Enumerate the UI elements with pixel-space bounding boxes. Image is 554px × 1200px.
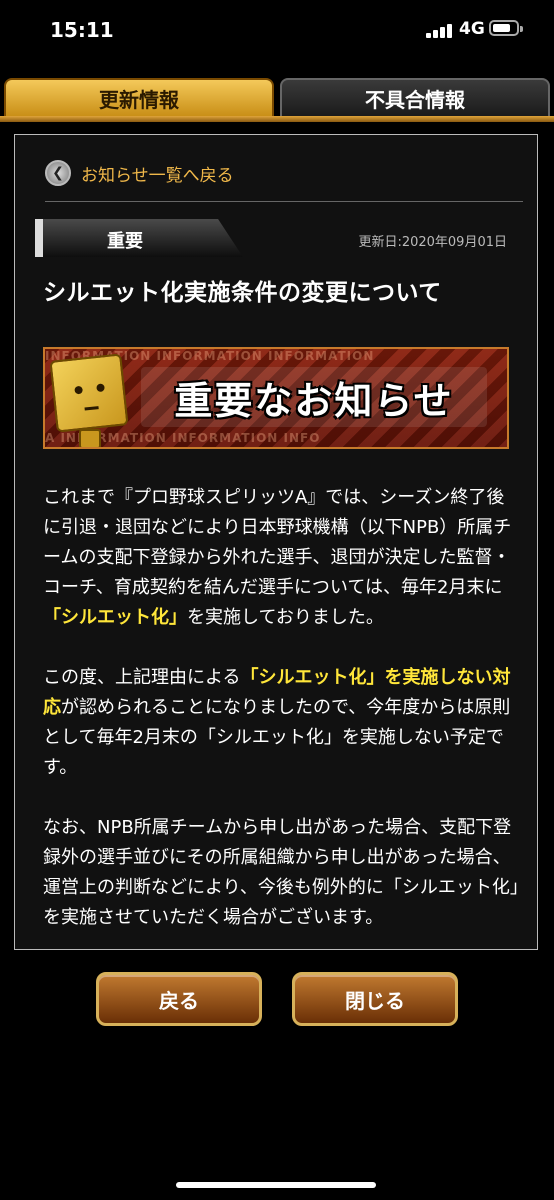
close-button[interactable]: 閉じる — [292, 972, 458, 1026]
tab-update-info[interactable]: 更新情報 — [4, 78, 274, 118]
paragraph-2: この度、上記理由による「シルエット化」を実施しない対応が認められることになりまし… — [43, 667, 511, 778]
updated-date: 更新日:2020年09月01日 — [358, 235, 507, 250]
mascot-body — [79, 429, 101, 447]
banner-headline: 重要なお知らせ — [141, 367, 487, 427]
important-notice-banner: INFORMATION INFORMATION INFORMATION A IN… — [43, 347, 509, 449]
status-time: 15:11 — [50, 18, 114, 42]
back-to-list-label: お知らせ一覧へ戻る — [81, 165, 234, 186]
article-title: シルエット化実施条件の変更について — [43, 280, 442, 306]
signal-icon — [426, 22, 454, 38]
article-body: これまで『プロ野球スピリッツA』では、シーズン終了後に引退・退団などにより日本野… — [43, 483, 521, 949]
chevron-left-icon: ❮ — [45, 160, 71, 186]
back-button[interactable]: 戻る — [96, 972, 262, 1026]
network-type: 4G — [459, 19, 485, 39]
banner-strip-bottom: A INFORMATION INFORMATION INFO — [45, 431, 321, 445]
badge-label: 重要 — [107, 231, 143, 252]
importance-badge: 重要 — [35, 219, 243, 257]
home-indicator[interactable] — [176, 1182, 376, 1188]
back-to-list-link[interactable]: ❮ お知らせ一覧へ戻る — [45, 160, 234, 186]
mascot-icon — [49, 353, 129, 433]
battery-icon — [489, 20, 523, 36]
status-bar: 15:11 4G — [0, 0, 554, 60]
paragraph-1: これまで『プロ野球スピリッツA』では、シーズン終了後に引退・退団などにより日本野… — [43, 487, 512, 628]
tab-bug-info[interactable]: 不具合情報 — [280, 78, 550, 118]
article-panel[interactable]: ❮ お知らせ一覧へ戻る 重要 更新日:2020年09月01日 シルエット化実施条… — [14, 134, 538, 950]
tab-underline — [0, 116, 554, 122]
paragraph-3: なお、NPB所属チームから申し出があった場合、支配下登録外の選手並びにその所属組… — [43, 817, 519, 928]
divider — [45, 201, 523, 202]
